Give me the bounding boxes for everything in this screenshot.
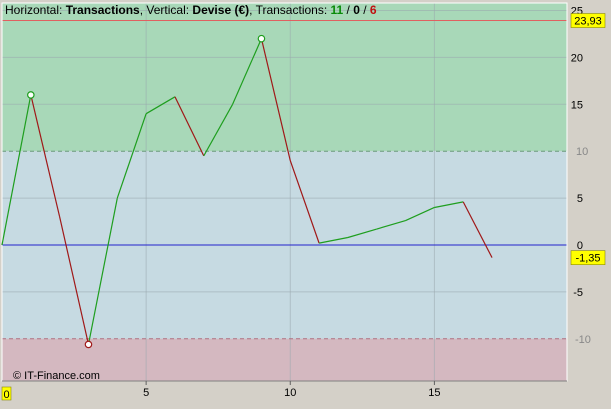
y-tick-label: 15 bbox=[571, 99, 583, 111]
header-horizontal-value: Transactions bbox=[66, 3, 140, 17]
plot-layer: 5 10 150-50515202510-1023,93-1,35 bbox=[1, 2, 606, 401]
y-tick-label: 5 bbox=[577, 193, 583, 205]
header-vertical-value: Devise (€) bbox=[192, 3, 249, 17]
watermark: © IT-Finance.com bbox=[13, 370, 100, 382]
x-tick-label: 15 bbox=[428, 387, 440, 399]
transactions-chart: 5 10 150-50515202510-1023,93-1,35 Horizont… bbox=[0, 0, 611, 404]
chart-root: 5 10 15 0 -5 0 5 15 20 25 10 -10 23,93 -1,35 Horizont… bbox=[0, 0, 611, 404]
upper-zone bbox=[2, 3, 567, 152]
header-count-losses: 6 bbox=[370, 3, 377, 17]
y-tick-label: 20 bbox=[571, 52, 583, 64]
chart-header: Horizontal: Transactions, Vertical: Devi… bbox=[5, 3, 377, 17]
header-horizontal-prefix: Horizontal: bbox=[5, 3, 66, 17]
x-origin-label: 0 bbox=[3, 389, 9, 401]
peak-marker bbox=[27, 91, 35, 99]
header-vertical-prefix: , Vertical: bbox=[140, 3, 193, 17]
header-transactions-prefix: , Transactions: bbox=[249, 3, 330, 17]
header-sep1: / bbox=[343, 3, 353, 17]
header-sep2: / bbox=[360, 3, 370, 17]
x-tick-label: 10 bbox=[284, 387, 296, 399]
x-tick-label: 5 bbox=[143, 387, 149, 399]
lower-threshold-label: -10 bbox=[575, 334, 591, 346]
y-tick-label: 0 bbox=[577, 240, 583, 252]
trough-marker bbox=[84, 340, 93, 349]
current-value-label: -1,35 bbox=[575, 253, 600, 265]
peak-marker bbox=[257, 34, 266, 43]
y-tick-label: -5 bbox=[573, 287, 583, 299]
max-value-label: 23,93 bbox=[574, 16, 602, 28]
header-count-wins: 11 bbox=[331, 3, 344, 17]
upper-threshold-label: 10 bbox=[576, 146, 588, 158]
